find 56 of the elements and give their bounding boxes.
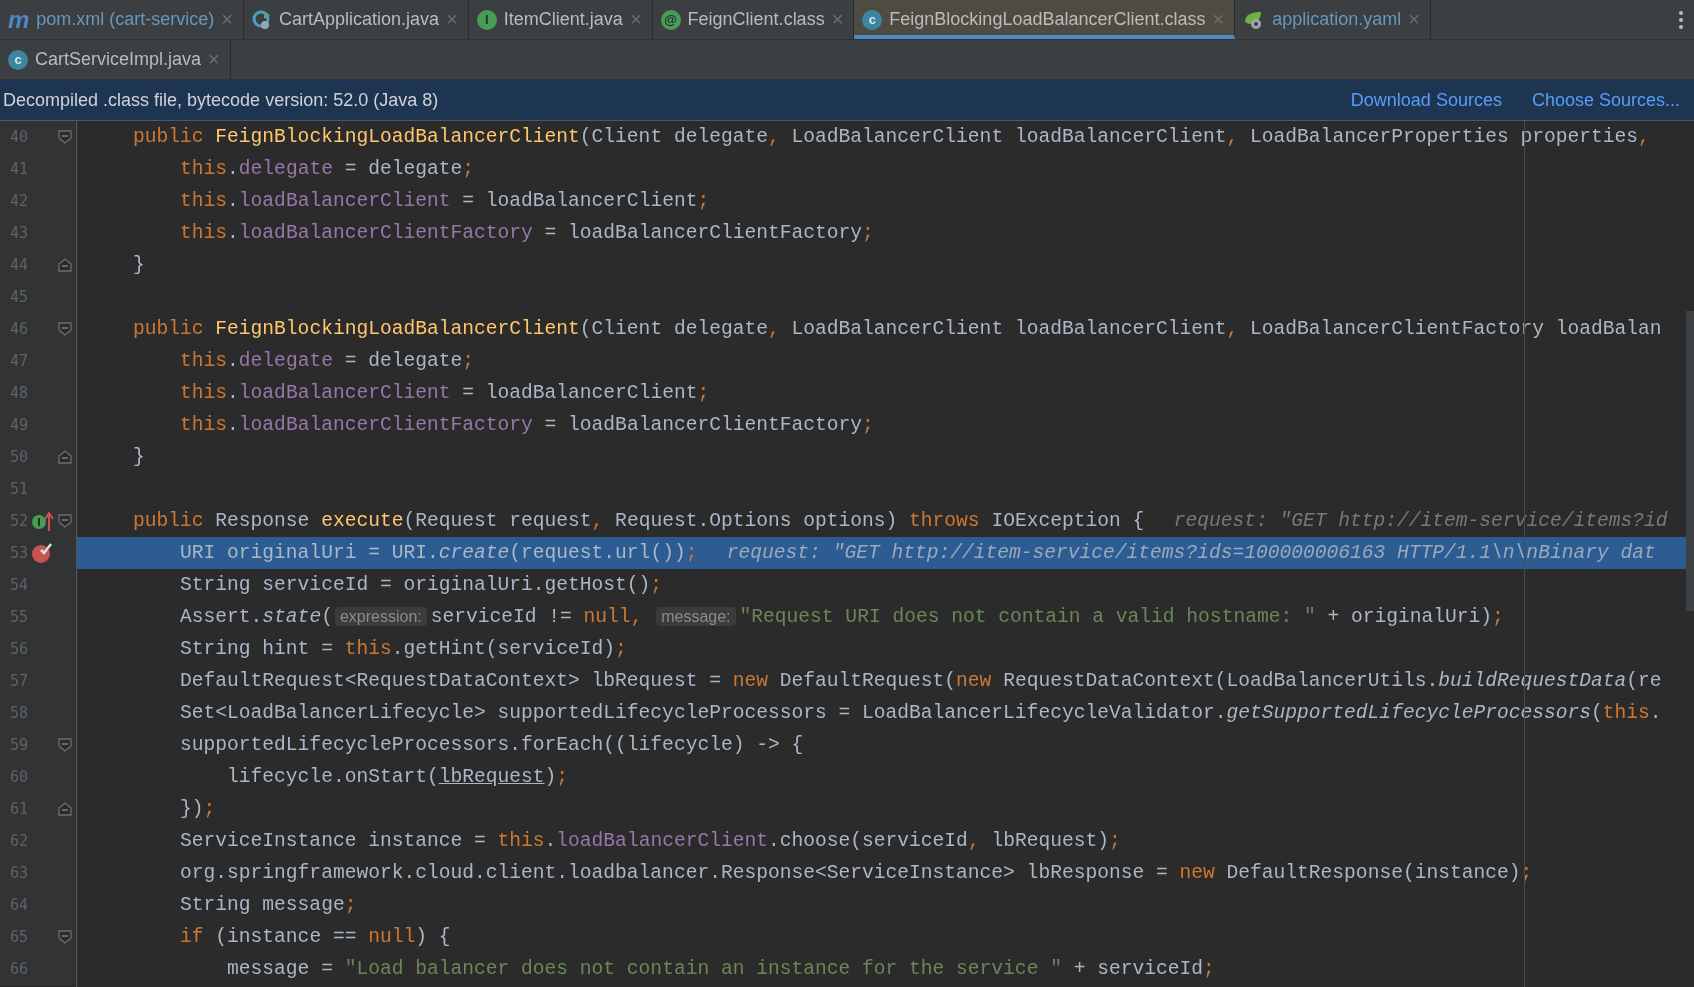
more-options-icon[interactable] (1678, 9, 1684, 30)
code-line: String hint = this.getHint(serviceId); (179, 638, 627, 660)
code-line: public FeignBlockingLoadBalancerClient(Client delegate, LoadBalancerClient loadBalancerClient, LoadBalancerProperties properties, (133, 126, 1650, 148)
unfold-icon[interactable] (58, 450, 72, 464)
code-line: public Response execute(Request request, Request.Options options) throws IOException { request: "GET http://item-service/items?id (133, 510, 1668, 532)
editor-tab[interactable]: c FeignBlockingLoadBalancerClient.class × (854, 0, 1236, 39)
editor-tab[interactable]: c CartServiceImpl.java × (0, 40, 231, 79)
class-icon: c (862, 9, 883, 30)
code-line: this.delegate = delegate; (179, 158, 475, 180)
interface-icon: I (476, 9, 497, 30)
fold-icon[interactable] (58, 514, 72, 528)
code-line: this.loadBalancerClient = loadBalancerClient; (179, 382, 710, 404)
code-line: message = "Load balancer does not contain an instance for the service " + serviceId; (226, 958, 1215, 980)
unfold-icon[interactable] (58, 258, 72, 272)
breakpoint-icon[interactable] (31, 541, 55, 565)
editor-tab[interactable]: CartApplication.java × (244, 0, 469, 39)
code-line: supportedLifecycleProcessors.forEach((lifecycle) -> { (179, 734, 804, 756)
fold-icon[interactable] (58, 322, 72, 336)
code-line: String message; (179, 894, 357, 916)
banner-text: Decompiled .class file, bytecode version: 52.0 (Java 8) (3, 89, 439, 111)
code-line: } (133, 254, 145, 276)
fold-icon[interactable] (58, 930, 72, 944)
editor-tab[interactable]: I ItemClient.java × (468, 0, 653, 39)
banner-link[interactable]: Download Sources (1350, 89, 1502, 111)
editor-tab[interactable]: application.yaml × (1235, 0, 1431, 39)
code-line: if (instance == null) { (179, 926, 451, 948)
annotation-icon: @ (660, 9, 681, 30)
code-line: ServiceInstance instance = this.loadBalancerClient.choose(serviceId, lbRequest); (179, 830, 1121, 852)
editor-tab[interactable]: m pom.xml (cart-service) × (0, 0, 245, 39)
code-line: } (133, 446, 145, 468)
maven-icon: m (8, 7, 30, 32)
close-icon[interactable]: × (1212, 8, 1225, 31)
code-line: Assert.state( expression: serviceId != null, message: "Request URI does not contain a valid hostname: " + originalUri); (179, 606, 1504, 628)
code-line: String serviceId = originalUri.getHost(); (179, 574, 663, 596)
fold-icon[interactable] (58, 738, 72, 752)
code-line: lifecycle.onStart(lbRequest); (226, 766, 569, 788)
code-line: this.delegate = delegate; (179, 350, 475, 372)
close-icon[interactable]: × (208, 48, 220, 71)
close-icon[interactable]: × (1408, 8, 1420, 31)
class-icon: c (8, 49, 28, 70)
code-line: this.loadBalancerClientFactory = loadBalancerClientFactory; (179, 222, 874, 244)
code-line: this.loadBalancerClient = loadBalancerClient; (179, 190, 710, 212)
fold-icon[interactable] (58, 130, 72, 144)
code-line: DefaultRequest<RequestDataContext> lbRequest = new DefaultRequest(new RequestDataContext(LoadBalancerUtils.buildRequestData(re (179, 670, 1662, 692)
scrollbar-thumb[interactable] (1686, 311, 1694, 611)
close-icon[interactable]: × (629, 8, 642, 31)
code-line: public FeignBlockingLoadBalancerClient(Client delegate, LoadBalancerClient loadBalancerClient, LoadBalancerClientFactory loadBalan (133, 318, 1662, 340)
banner-link[interactable]: Choose Sources... (1531, 89, 1680, 111)
code-line: Set<LoadBalancerLifecycle> supportedLifecycleProcessors = LoadBalancerLifecycleValidator.getSupportedLifecycleProcessors(this. (179, 702, 1662, 724)
close-icon[interactable]: × (221, 8, 234, 31)
close-icon[interactable]: × (446, 8, 458, 31)
code-line: }); (179, 798, 216, 820)
unfold-icon[interactable] (58, 802, 72, 816)
implements-icon[interactable] (31, 510, 55, 532)
code-line: this.loadBalancerClientFactory = loadBalancerClientFactory; (179, 414, 874, 436)
close-icon[interactable]: × (831, 8, 844, 31)
